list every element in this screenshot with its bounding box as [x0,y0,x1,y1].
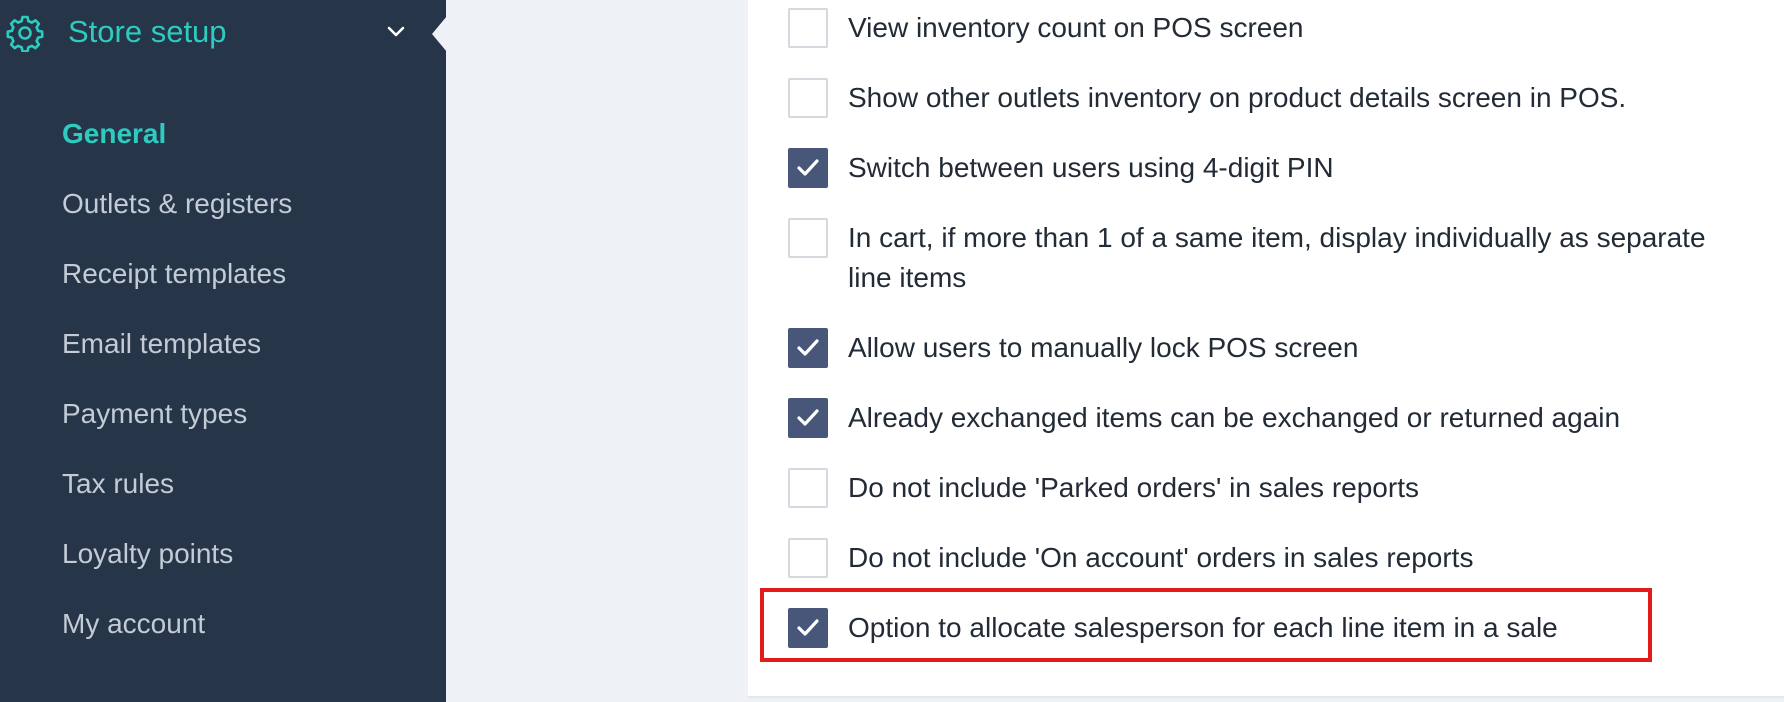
store-setup-title: Store setup [68,14,227,49]
active-indicator-notch [432,16,447,52]
checkbox[interactable] [788,398,828,438]
sidebar-item-payment-types[interactable]: Payment types [62,396,247,432]
option-label: Show other outlets inventory on product … [848,82,1627,113]
gear-icon [6,14,44,52]
sidebar-item-tax-rules[interactable]: Tax rules [62,466,174,502]
sidebar-item-my-account[interactable]: My account [62,606,205,642]
sidebar-item-outlets-registers[interactable]: Outlets & registers [62,186,292,222]
highlight-box [760,588,1652,662]
option-label: View inventory count on POS screen [848,12,1304,43]
checkbox[interactable] [788,8,828,48]
checkbox[interactable] [788,328,828,368]
sidebar-item-general[interactable]: General [62,116,166,152]
sidebar: Store setup General Outlets & registers … [0,0,447,702]
checkbox[interactable] [788,78,828,118]
check-icon [797,339,819,356]
option-label: Allow users to manually lock POS screen [848,332,1359,363]
option-label: In cart, if more than 1 of a same item, … [848,222,1706,293]
sidebar-item-email-templates[interactable]: Email templates [62,326,261,362]
chevron-down-icon[interactable] [384,22,408,40]
sidebar-item-loyalty-points[interactable]: Loyalty points [62,536,233,572]
option-label: Switch between users using 4-digit PIN [848,152,1334,183]
store-setup-header[interactable]: Store setup [0,0,446,64]
option-label: Do not include 'Parked orders' in sales … [848,472,1419,503]
checkbox[interactable] [788,218,828,258]
option-label: Already exchanged items can be exchanged… [848,402,1621,433]
option-label: Do not include 'On account' orders in sa… [848,542,1474,573]
checkbox[interactable] [788,538,828,578]
checkbox[interactable] [788,148,828,188]
check-icon [797,159,819,176]
sidebar-item-receipt-templates[interactable]: Receipt templates [62,256,286,292]
check-icon [797,409,819,426]
checkbox[interactable] [788,468,828,508]
